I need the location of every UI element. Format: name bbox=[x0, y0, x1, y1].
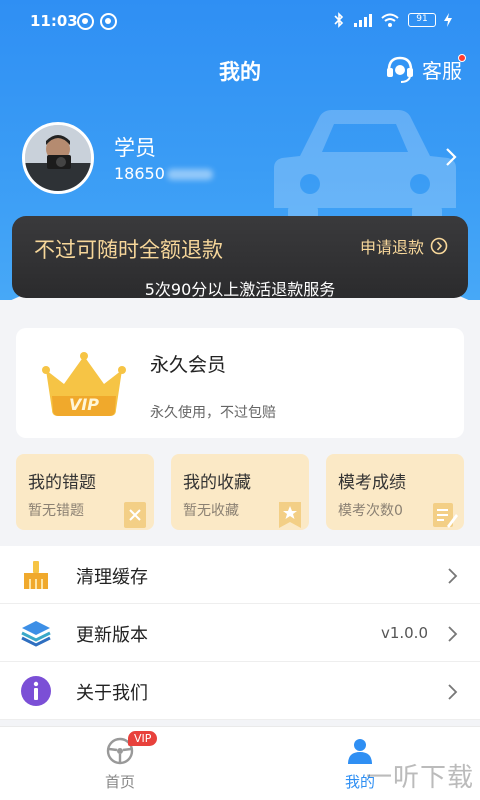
chevron-right-icon[interactable] bbox=[444, 146, 458, 168]
quick-actions: 我的错题 暂无错题 我的收藏 暂无收藏 模考成绩 模考次数0 bbox=[16, 454, 464, 530]
vip-title: 永久会员 bbox=[150, 354, 227, 376]
title-bar: 我的 客服 bbox=[0, 52, 480, 88]
refund-subtitle: 5次90分以上激活退款服务 bbox=[144, 280, 336, 299]
signal-icon bbox=[354, 14, 372, 27]
bluetooth-icon bbox=[334, 12, 344, 28]
quick-card-mistakes[interactable]: 我的错题 暂无错题 bbox=[16, 454, 154, 530]
refund-title: 不过可随时全额退款 bbox=[34, 238, 223, 262]
settings-menu: 清理缓存 更新版本 v1.0.0 关于我们 bbox=[0, 546, 480, 720]
apply-refund-label: 申请退款 bbox=[359, 238, 424, 257]
notification-dot bbox=[458, 54, 466, 62]
broom-icon bbox=[24, 561, 48, 589]
chevron-right-icon bbox=[448, 568, 458, 584]
quick-card-subtitle: 暂无错题 bbox=[28, 503, 84, 519]
charging-icon bbox=[444, 13, 452, 27]
info-icon bbox=[21, 676, 51, 706]
phone-mask bbox=[166, 169, 213, 180]
user-phone-number: 18650 bbox=[114, 164, 165, 183]
status-bar: 11:03 91 bbox=[0, 0, 480, 44]
vip-crown-text: VIP bbox=[69, 395, 99, 414]
menu-item-label: 清理缓存 bbox=[76, 567, 148, 588]
vip-card[interactable]: VIP 永久会员 永久使用，不过包赔 bbox=[16, 328, 464, 438]
tab-home[interactable]: VIP 首页 bbox=[0, 727, 240, 800]
refund-banner[interactable]: 不过可随时全额退款 申请退款 5次90分以上激活退款服务 bbox=[12, 216, 468, 299]
menu-item-about-us[interactable]: 关于我们 bbox=[0, 662, 480, 720]
menu-item-update-version[interactable]: 更新版本 v1.0.0 bbox=[0, 604, 480, 662]
user-phone: 18650 bbox=[114, 164, 213, 183]
app-notification-icon bbox=[100, 13, 117, 30]
customer-service-label: 客服 bbox=[422, 58, 462, 83]
vip-crown-icon: VIP bbox=[42, 352, 126, 416]
tab-home-label: 首页 bbox=[104, 773, 135, 791]
quick-card-title: 模考成绩 bbox=[338, 473, 406, 493]
user-profile[interactable]: 学员 18650 bbox=[22, 122, 462, 194]
status-icons: 91 bbox=[334, 12, 452, 28]
quick-card-title: 我的收藏 bbox=[183, 473, 251, 493]
battery-indicator: 91 bbox=[408, 13, 436, 27]
apply-refund-button[interactable]: 申请退款 bbox=[360, 234, 448, 258]
download-site-watermark: 一听下载 bbox=[365, 763, 474, 793]
menu-item-label: 关于我们 bbox=[76, 683, 148, 704]
vip-subtitle: 永久使用，不过包赔 bbox=[150, 405, 276, 421]
chevron-circle-right-icon bbox=[430, 237, 448, 255]
bottom-tab-bar: VIP 首页 我的 一听下载 bbox=[0, 726, 480, 800]
quick-card-exam-scores[interactable]: 模考成绩 模考次数0 bbox=[326, 454, 464, 530]
bookmark-star-icon bbox=[279, 502, 301, 528]
tab-mine[interactable]: 我的 一听下载 bbox=[240, 727, 480, 800]
headset-icon bbox=[387, 56, 413, 83]
chevron-right-icon bbox=[448, 626, 458, 642]
quick-card-title: 我的错题 bbox=[28, 473, 96, 493]
layers-icon bbox=[21, 621, 51, 647]
wifi-icon bbox=[381, 13, 399, 27]
avatar-photo bbox=[25, 125, 91, 191]
app-version: v1.0.0 bbox=[380, 624, 428, 642]
quick-card-favorites[interactable]: 我的收藏 暂无收藏 bbox=[171, 454, 309, 530]
menu-item-label: 更新版本 bbox=[76, 625, 148, 646]
vip-badge: VIP bbox=[128, 731, 158, 746]
customer-service-button[interactable]: 客服 bbox=[384, 52, 466, 86]
app-notification-icon bbox=[77, 13, 94, 30]
status-time: 11:03 bbox=[30, 12, 78, 30]
avatar[interactable] bbox=[22, 122, 94, 194]
menu-item-clear-cache[interactable]: 清理缓存 bbox=[0, 546, 480, 604]
user-name: 学员 bbox=[114, 136, 156, 160]
notepad-pencil-icon bbox=[433, 503, 458, 528]
quick-card-subtitle: 模考次数0 bbox=[338, 503, 403, 519]
chevron-right-icon bbox=[448, 684, 458, 700]
book-icon bbox=[124, 502, 146, 528]
quick-card-subtitle: 暂无收藏 bbox=[183, 503, 239, 519]
